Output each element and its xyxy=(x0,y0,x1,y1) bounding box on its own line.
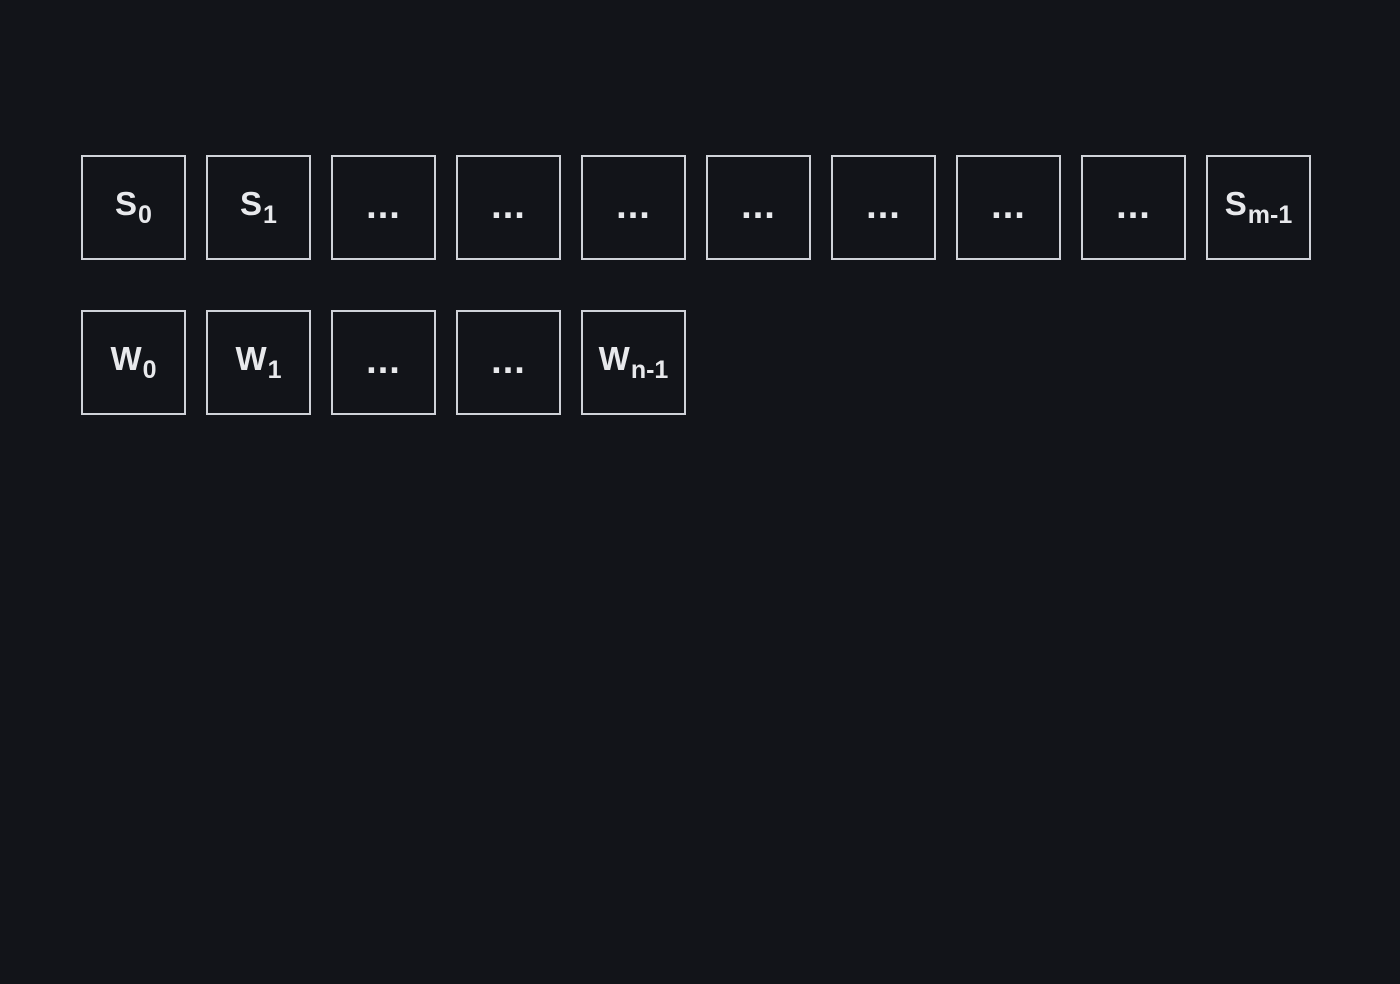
cell-symbol: S xyxy=(115,185,138,222)
cell-subscript: 0 xyxy=(138,201,152,229)
cell-subscript: m-1 xyxy=(1247,201,1293,229)
s-cell: S0 xyxy=(81,155,186,260)
s-cell: ... xyxy=(1081,155,1186,260)
diagram-canvas: S0 S1..................... Sm-1 W0 W1......… xyxy=(0,0,1400,984)
ellipsis-label: ... xyxy=(491,339,526,382)
s-cell: ... xyxy=(581,155,686,260)
s-cell: ... xyxy=(956,155,1061,260)
w-cell: W1 xyxy=(206,310,311,415)
w-cell: Wn-1 xyxy=(581,310,686,415)
cell-label: Wn-1 xyxy=(598,340,669,383)
cell-symbol: S xyxy=(1224,185,1247,222)
s-cell: ... xyxy=(331,155,436,260)
s-cell: ... xyxy=(456,155,561,260)
cell-subscript: n-1 xyxy=(630,356,669,384)
ellipsis-label: ... xyxy=(866,184,901,227)
w-cell: ... xyxy=(456,310,561,415)
ellipsis-label: ... xyxy=(366,339,401,382)
s-cell: ... xyxy=(706,155,811,260)
cell-symbol: W xyxy=(110,340,142,377)
cell-symbol: W xyxy=(235,340,267,377)
cell-label: W1 xyxy=(235,340,281,383)
w-cell: W0 xyxy=(81,310,186,415)
ellipsis-label: ... xyxy=(616,184,651,227)
cell-label: Sm-1 xyxy=(1224,185,1292,228)
cell-label: S0 xyxy=(115,185,152,228)
ellipsis-label: ... xyxy=(741,184,776,227)
cell-subscript: 0 xyxy=(142,356,157,384)
cell-subscript: 1 xyxy=(267,356,282,384)
w-cell: ... xyxy=(331,310,436,415)
s-cell: S1 xyxy=(206,155,311,260)
ellipsis-label: ... xyxy=(1116,184,1151,227)
s-cell: Sm-1 xyxy=(1206,155,1311,260)
ellipsis-label: ... xyxy=(491,184,526,227)
w-array-row: W0 W1...... Wn-1 xyxy=(81,310,686,415)
ellipsis-label: ... xyxy=(366,184,401,227)
s-array-row: S0 S1..................... Sm-1 xyxy=(81,155,1311,260)
cell-symbol: S xyxy=(240,185,263,222)
cell-label: W0 xyxy=(110,340,156,383)
cell-subscript: 1 xyxy=(263,201,277,229)
cell-symbol: W xyxy=(598,340,630,377)
ellipsis-label: ... xyxy=(991,184,1026,227)
s-cell: ... xyxy=(831,155,936,260)
cell-label: S1 xyxy=(240,185,277,228)
